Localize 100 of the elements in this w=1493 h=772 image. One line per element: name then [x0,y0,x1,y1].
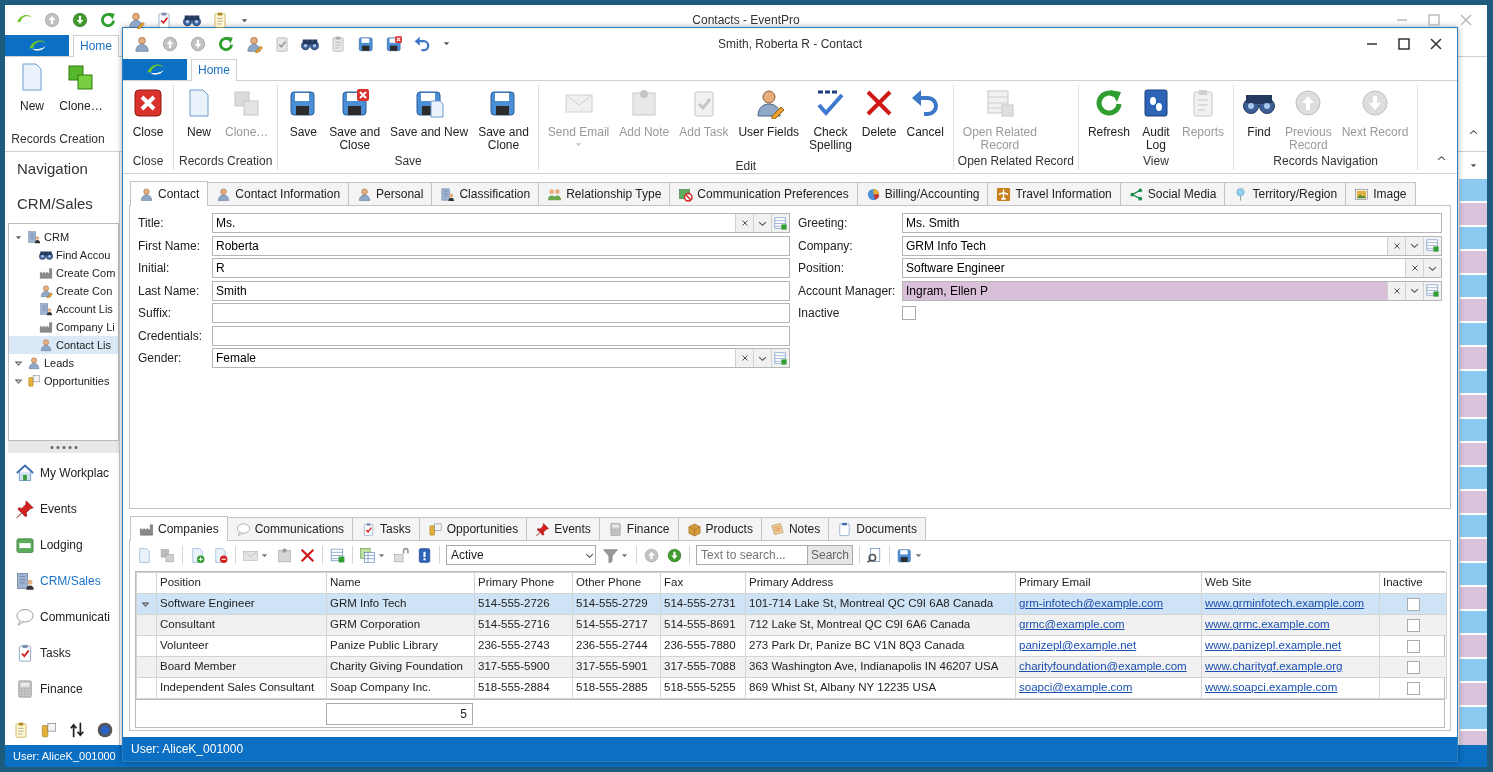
navigation-item[interactable]: Events [8,491,119,527]
ribbon-button[interactable]: Delete [856,85,902,157]
ribbon-button[interactable]: Save [282,85,325,152]
input-field[interactable]: GRM Info Tech [903,236,1387,255]
tree-item[interactable]: Create Con [9,282,118,300]
tab[interactable]: Contact [130,181,209,206]
field-label: Suffix: [138,305,173,323]
tab[interactable]: Tasks [352,517,420,540]
column-header[interactable]: Inactive [1379,572,1447,594]
table-cell: 236-555-2744 [572,635,661,657]
ribbon-button[interactable]: New [178,85,220,152]
tree-item[interactable]: Opportunities [9,372,118,390]
input-field[interactable]: Software Engineer [903,259,1405,278]
navigation-item[interactable]: Lodging [8,527,119,563]
tab[interactable]: Products [677,517,762,540]
input-field[interactable]: Ingram, Ellen P [903,281,1387,300]
navigation-item[interactable]: CRM/Sales [8,563,119,599]
field-label: Company: [798,237,854,255]
input-field[interactable]: Ms. Smith [902,213,1442,234]
tree-item[interactable]: Contact Lis [9,336,118,354]
navigation-item[interactable]: Finance [8,671,119,707]
combo-box[interactable]: Software Engineer [902,258,1442,279]
tree-item[interactable]: Company Li [9,318,118,336]
ribbon-button[interactable]: Save and Close [324,85,386,152]
ribbon-button[interactable]: Audit Log [1134,85,1177,152]
combo-box[interactable]: Female [212,348,790,369]
ribbon-group-label: Records Navigation [1272,153,1380,170]
field-label: Account Manager: [798,282,897,300]
tab[interactable]: Notes [760,517,830,540]
ribbon-button[interactable]: Check Spelling [804,85,857,157]
column-header[interactable]: Primary Email [1015,572,1202,594]
tree-item-label: Company Li [56,319,115,335]
field-label: Initial: [138,260,171,278]
tab[interactable]: Documents [828,517,926,540]
ribbon-button[interactable]: Save and Clone [473,85,534,152]
column-header[interactable]: Web Site [1201,572,1380,594]
ribbon-group-label: Open Related Record [956,153,1075,170]
tree-item[interactable]: CRM [9,228,118,246]
filter-dropdown[interactable]: Active [446,545,596,565]
ribbon-button[interactable]: Clone… [55,61,107,130]
tree-item[interactable]: Leads [9,354,118,372]
input-field[interactable]: Roberta [212,235,790,256]
tab[interactable]: Contact Information [207,182,350,205]
tab[interactable]: Billing/Accounting [856,182,989,205]
input-field[interactable]: Female [213,349,735,368]
navigation-item[interactable]: My Workplac [8,455,119,491]
table-cell: 363 Washington Ave, Indianapolis IN 46207 USA [745,656,1016,678]
navigation-item-label: Lodging [40,537,83,554]
tab[interactable]: Classification [431,182,540,205]
navigation-item[interactable]: Tasks [8,635,119,671]
status-text: User: AliceK_001000 [13,748,116,764]
tree-item[interactable]: Create Com [9,264,118,282]
combo-box[interactable]: Ms. [212,213,790,234]
field-label: Gender: [138,350,183,368]
tab[interactable]: Image [1345,182,1416,205]
ribbon-button[interactable]: Find [1238,85,1280,152]
row-count: 5 [326,702,473,725]
column-header[interactable]: Fax [660,572,746,594]
tab[interactable]: Communication Preferences [669,182,858,205]
tree-item-label: Create Con [56,283,113,299]
combo-box[interactable]: GRM Info Tech [902,235,1442,256]
field-label: Greeting: [798,215,849,233]
ribbon-button[interactable]: Close [127,85,169,152]
ribbon-button[interactable]: Cancel [901,85,949,157]
input-field[interactable]: R [212,258,790,279]
input-field[interactable]: Ms. [213,214,735,233]
column-header[interactable]: Name [326,572,475,594]
ribbon-tab[interactable]: Home [191,59,237,81]
ribbon-button[interactable]: Save and New [385,85,474,152]
tab[interactable]: Territory/Region [1224,182,1347,205]
combo-box[interactable]: Ingram, Ellen P [902,280,1442,301]
column-header[interactable]: Primary Address [745,572,1016,594]
ribbon-tab[interactable]: Home [73,35,119,57]
tab[interactable]: Social Media [1119,182,1226,205]
tree-item[interactable]: Account Lis [9,300,118,318]
tab[interactable]: Travel Information [987,182,1121,205]
input-field[interactable]: Smith [212,280,790,301]
navigation-item[interactable]: Communicati [8,599,119,635]
tab[interactable]: Relationship Type [538,182,671,205]
tab[interactable]: Finance [598,517,679,540]
column-header[interactable]: Other Phone [572,572,661,594]
navigation-item-label: CRM/Sales [40,573,101,590]
search-button[interactable]: Search [807,546,853,564]
ribbon-button[interactable]: Refresh [1082,85,1135,152]
tab[interactable]: Opportunities [418,517,528,540]
tab[interactable]: Companies [130,516,228,541]
table-cell: 236-555-2743 [474,635,573,657]
table-cell: Volunteer [156,635,327,657]
tab[interactable]: Events [526,517,600,540]
tab[interactable]: Personal [348,182,433,205]
navigation-item-label: Events [40,501,77,518]
tab[interactable]: Communications [226,517,354,540]
ribbon-button[interactable]: User Fields [733,85,805,157]
table-cell: 518-555-2884 [474,677,573,699]
column-header[interactable]: Primary Phone [474,572,573,594]
search-box[interactable]: Text to search... Search [696,545,854,565]
ribbon-group-label: View [1142,153,1170,170]
ribbon-button[interactable]: New [9,61,55,130]
column-header[interactable]: Position [156,572,327,594]
tree-item[interactable]: Find Accou [9,246,118,264]
